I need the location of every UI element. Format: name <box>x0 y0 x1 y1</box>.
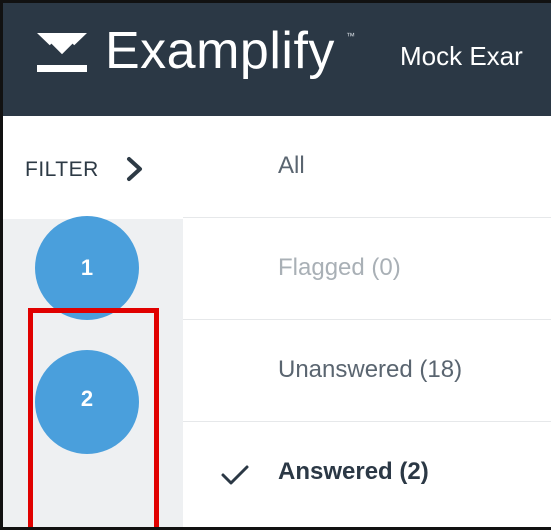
app-frame: Examplify ™ Mock Exar FILTER 1 2 All Fla… <box>0 0 551 530</box>
question-1-button[interactable]: 1 <box>35 216 139 320</box>
highlight-box <box>28 308 159 527</box>
filter-menu: All Flagged (0) Unanswered (18) Answered… <box>183 116 551 527</box>
filter-option-answered[interactable]: Answered (2) <box>183 422 551 524</box>
filter-option-flagged[interactable]: Flagged (0) <box>183 218 551 320</box>
filter-option-label: Answered (2) <box>278 458 429 485</box>
filter-toggle[interactable]: FILTER <box>3 116 183 219</box>
trademark: ™ <box>346 31 355 41</box>
question-number: 1 <box>80 255 94 280</box>
filter-label: FILTER <box>25 158 99 181</box>
chevron-right-icon <box>127 157 142 181</box>
header-bar: Examplify ™ Mock Exar <box>3 3 551 116</box>
filter-option-label: All <box>278 152 305 179</box>
filter-option-label: Flagged (0) <box>278 254 401 281</box>
exam-title: Mock Exar <box>400 41 523 71</box>
filter-option-all[interactable]: All <box>183 116 551 218</box>
filter-option-label: Unanswered (18) <box>278 356 463 383</box>
filter-option-unanswered[interactable]: Unanswered (18) <box>183 320 551 422</box>
examplify-logo-icon <box>37 33 87 72</box>
brand-name: Examplify <box>105 22 335 80</box>
checkmark-icon <box>221 465 249 485</box>
